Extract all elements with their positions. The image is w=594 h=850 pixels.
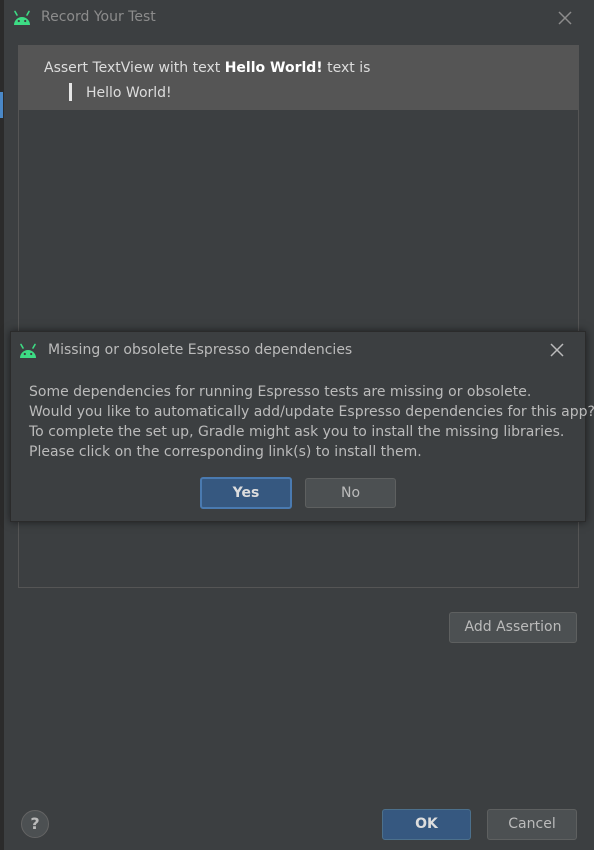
add-assertion-button[interactable]: Add Assertion [449,612,577,643]
android-icon [14,10,30,25]
espresso-dependencies-modal: Missing or obsolete Espresso dependencie… [10,331,594,522]
message-line: Some dependencies for running Espresso t… [29,384,532,400]
message-line: Would you like to automatically add/upda… [29,404,594,420]
close-icon[interactable] [547,340,567,360]
no-button[interactable]: No [305,478,396,508]
text-cursor-bar [69,83,72,101]
cancel-button[interactable]: Cancel [487,809,577,840]
assertion-text: Assert TextView with text Hello World! t… [44,60,370,76]
assertion-suffix: text is [322,60,371,76]
assertion-prefix: Assert TextView with text [44,60,225,76]
close-icon[interactable] [555,8,575,28]
android-icon [20,343,36,358]
message-line: Please click on the corresponding link(s… [29,444,422,460]
message-line: To complete the set up, Gradle might ask… [29,424,565,440]
help-button[interactable]: ? [21,810,49,838]
assertion-row[interactable]: Assert TextView with text Hello World! t… [19,46,578,110]
assertion-value[interactable]: Hello World! [86,85,172,101]
modal-title: Missing or obsolete Espresso dependencie… [48,342,353,358]
modal-message: Some dependencies for running Espresso t… [29,382,594,462]
dialog-title: Record Your Test [41,9,156,25]
assertion-target: Hello World! [224,60,323,76]
ok-button[interactable]: OK [382,809,471,840]
background-selection-accent [0,92,3,118]
yes-button[interactable]: Yes [200,477,292,509]
dialog-title-bar: Record Your Test [4,0,594,36]
